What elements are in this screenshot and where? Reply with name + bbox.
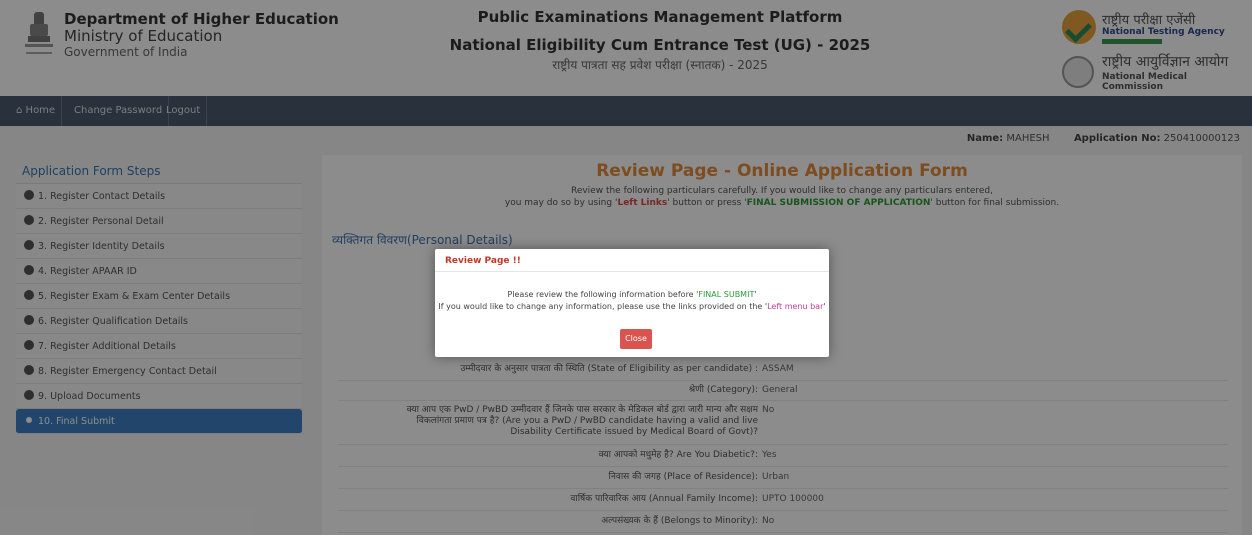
review-modal: Review Page !! Please review the followi… xyxy=(435,249,829,357)
modal-message: Please review the following information … xyxy=(438,290,826,311)
close-button[interactable]: Close xyxy=(620,329,652,349)
modal-divider xyxy=(435,271,829,272)
modal-title: Review Page !! xyxy=(445,256,521,266)
page: Department of Higher Education Ministry … xyxy=(0,0,1252,535)
